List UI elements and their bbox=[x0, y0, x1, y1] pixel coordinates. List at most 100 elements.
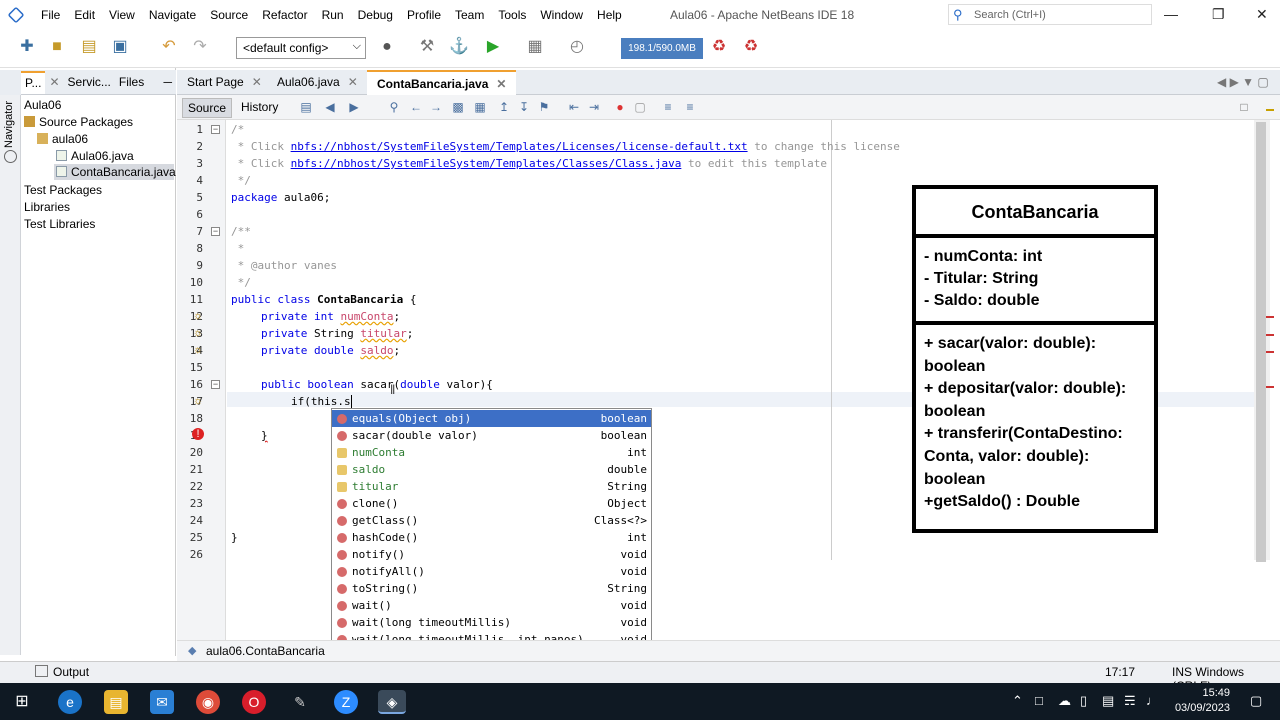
previous-bookmark-icon[interactable]: ↥ bbox=[496, 99, 512, 115]
open-project-icon[interactable]: ▤ bbox=[78, 36, 100, 58]
code-line-25[interactable]: } bbox=[231, 531, 238, 544]
new-project-icon[interactable]: ■ bbox=[46, 36, 68, 58]
tab-aula06-java[interactable]: Aula06.java ✕ bbox=[267, 70, 368, 95]
menu-window[interactable]: Window bbox=[533, 8, 590, 22]
completion-item[interactable]: wait(long timeoutMillis) void bbox=[332, 614, 651, 631]
toggle-highlight-icon[interactable]: ▩ bbox=[450, 99, 466, 115]
minimize-icon[interactable]: — bbox=[1164, 6, 1178, 22]
tree-test-libraries[interactable]: Test Libraries bbox=[24, 217, 95, 231]
scrollbar-thumb[interactable] bbox=[1256, 122, 1266, 562]
shift-right-icon[interactable]: ⇥ bbox=[586, 99, 602, 115]
windows-start-icon[interactable]: ⊞ bbox=[10, 690, 34, 714]
menu-file[interactable]: File bbox=[34, 8, 67, 22]
template-link[interactable]: nbfs://nbhost/SystemFileSystem/Templates… bbox=[291, 157, 682, 170]
code-line-17[interactable]: if(this.s bbox=[291, 395, 352, 408]
error-stripe-mark[interactable] bbox=[1266, 386, 1274, 388]
opera-icon[interactable]: O bbox=[242, 690, 266, 714]
menu-run[interactable]: Run bbox=[315, 8, 351, 22]
stop-macro-icon[interactable]: ▢ bbox=[632, 99, 648, 115]
completion-item[interactable]: clone() Object bbox=[332, 495, 651, 512]
close-icon[interactable]: ✕ bbox=[1256, 6, 1268, 23]
tab-projects[interactable]: P... bbox=[21, 70, 46, 94]
completion-item[interactable]: notifyAll() void bbox=[332, 563, 651, 580]
template-link[interactable]: nbfs://nbhost/SystemFileSystem/Templates… bbox=[291, 140, 748, 153]
completion-item[interactable]: hashCode() int bbox=[332, 529, 651, 546]
fold-toggle-icon[interactable]: − bbox=[211, 227, 220, 236]
notifications-icon[interactable]: ▢ bbox=[1250, 693, 1262, 709]
tray-app-icon[interactable]: □ bbox=[1035, 693, 1043, 708]
code-line-9[interactable]: * @author vanes bbox=[231, 259, 337, 272]
completion-item[interactable]: titular String bbox=[332, 478, 651, 495]
clean-build-icon[interactable]: ⚓ bbox=[448, 36, 470, 58]
memory-indicator[interactable]: 198.1/590.0MB bbox=[621, 38, 703, 59]
code-line-1[interactable]: /* bbox=[231, 123, 244, 136]
completion-item[interactable]: wait() void bbox=[332, 597, 651, 614]
config-select[interactable]: <default config> ⌵ bbox=[236, 37, 366, 59]
mail-icon[interactable]: ✉ bbox=[150, 690, 174, 714]
completion-item[interactable]: toString() String bbox=[332, 580, 651, 597]
build-icon[interactable]: ⚒ bbox=[416, 36, 438, 58]
output-tab[interactable]: Output bbox=[53, 665, 89, 679]
new-file-icon[interactable]: ✚ bbox=[16, 36, 38, 58]
split-editor-icon[interactable]: □ bbox=[1236, 99, 1252, 115]
zoom-icon[interactable]: Z bbox=[334, 690, 358, 714]
fold-toggle-icon[interactable]: − bbox=[211, 380, 220, 389]
forward-icon[interactable]: ▶ bbox=[346, 99, 362, 115]
tab-close-icon[interactable]: ✕ bbox=[45, 75, 63, 89]
error-stripe-mark[interactable] bbox=[1266, 334, 1274, 336]
tree-test-packages[interactable]: Test Packages bbox=[24, 183, 102, 197]
tray-expand-icon[interactable]: ⌃ bbox=[1012, 693, 1023, 709]
code-line-14[interactable]: private double saldo; bbox=[261, 344, 400, 357]
breadcrumb[interactable]: aula06.ContaBancaria bbox=[206, 644, 325, 658]
comment-icon[interactable]: ≡ bbox=[660, 99, 676, 115]
tray-drive-icon[interactable]: ▤ bbox=[1102, 693, 1114, 709]
next-bookmark-icon[interactable]: ↧ bbox=[516, 99, 532, 115]
tree-file-contabancaria-java[interactable]: ContaBancaria.java bbox=[54, 164, 176, 180]
hint-bulb-icon[interactable]: ☼ bbox=[192, 310, 204, 322]
code-line-10[interactable]: */ bbox=[231, 276, 251, 289]
code-line-3[interactable]: * Click nbfs://nbhost/SystemFileSystem/T… bbox=[231, 157, 827, 170]
fold-toggle-icon[interactable]: − bbox=[211, 125, 220, 134]
last-edit-icon[interactable]: ▤ bbox=[298, 99, 314, 115]
profile-ide-icon[interactable]: ♻ bbox=[740, 36, 762, 58]
history-button[interactable]: History bbox=[236, 98, 283, 116]
code-line-12[interactable]: private int numConta; bbox=[261, 310, 400, 323]
code-line-16[interactable]: public boolean sacar(double valor){ bbox=[261, 378, 493, 391]
start-macro-icon[interactable]: ● bbox=[612, 99, 628, 115]
file-explorer-icon[interactable]: ▤ bbox=[104, 690, 128, 714]
code-line-5[interactable]: package aula06; bbox=[231, 191, 330, 204]
menu-source[interactable]: Source bbox=[203, 8, 255, 22]
code-line-4[interactable]: */ bbox=[231, 174, 251, 187]
error-icon[interactable]: ! bbox=[192, 428, 204, 440]
hint-error-icon[interactable]: ☼ bbox=[192, 395, 204, 407]
shift-left-icon[interactable]: ⇤ bbox=[566, 99, 582, 115]
close-tab-icon[interactable]: ✕ bbox=[496, 77, 506, 91]
paint-icon[interactable]: ✎ bbox=[288, 690, 312, 714]
tree-libraries[interactable]: Libraries bbox=[24, 200, 70, 214]
minimize-panel-icon[interactable]: ─ bbox=[159, 75, 176, 89]
tab-services[interactable]: Servic... bbox=[64, 75, 115, 89]
back-icon[interactable]: ◀ bbox=[322, 99, 338, 115]
tab-contabancaria-java[interactable]: ContaBancaria.java ✕ bbox=[367, 70, 517, 95]
code-line-8[interactable]: * bbox=[231, 242, 245, 255]
code-line-19[interactable]: } bbox=[261, 429, 268, 442]
menu-profile[interactable]: Profile bbox=[400, 8, 448, 22]
save-all-icon[interactable]: ▣ bbox=[109, 36, 131, 58]
tray-power-icon[interactable]: ▯ bbox=[1080, 693, 1087, 709]
code-line-11[interactable]: public class ContaBancaria { bbox=[231, 293, 416, 306]
completion-item[interactable]: getClass() Class<?> bbox=[332, 512, 651, 529]
tree-package-aula06[interactable]: aula06 bbox=[37, 132, 88, 146]
completion-item[interactable]: sacar(double valor) boolean bbox=[332, 427, 651, 444]
error-stripe-mark[interactable] bbox=[1266, 316, 1274, 318]
undo-icon[interactable]: ↶ bbox=[158, 36, 180, 58]
code-line-7[interactable]: /** bbox=[231, 225, 251, 238]
menu-help[interactable]: Help bbox=[590, 8, 629, 22]
tab-start-page[interactable]: Start Page ✕ bbox=[177, 70, 272, 95]
completion-item[interactable]: equals(Object obj) boolean bbox=[332, 410, 651, 427]
completion-item[interactable]: saldo double bbox=[332, 461, 651, 478]
globe-icon[interactable]: ● bbox=[376, 36, 398, 58]
menu-edit[interactable]: Edit bbox=[67, 8, 102, 22]
tray-cloud-icon[interactable]: ☁ bbox=[1058, 693, 1071, 709]
completion-item[interactable]: numConta int bbox=[332, 444, 651, 461]
menu-view[interactable]: View bbox=[102, 8, 142, 22]
